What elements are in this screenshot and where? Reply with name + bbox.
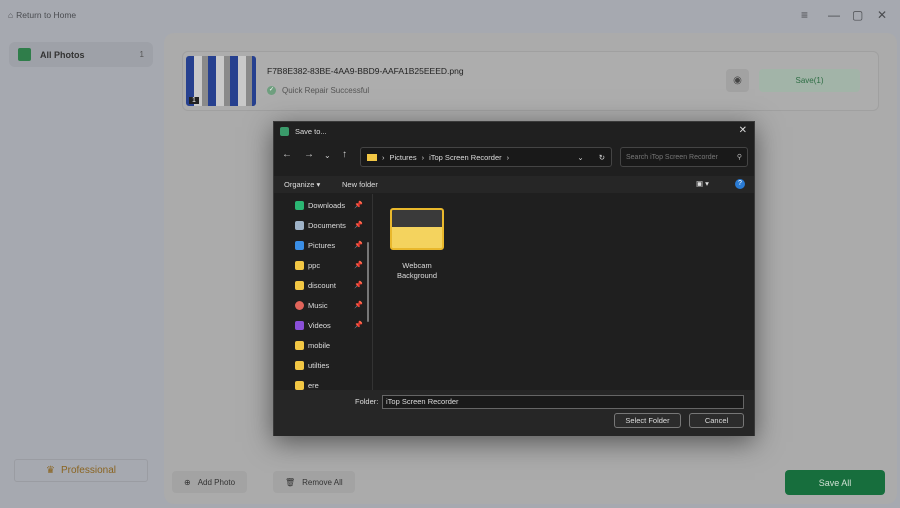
pin-icon: 📌 (354, 322, 363, 329)
nav-item-mobile[interactable]: mobile (295, 338, 363, 352)
check-icon: ✓ (267, 86, 276, 95)
recent-dropdown[interactable]: ⌄ (324, 151, 331, 160)
minimize-button[interactable]: — (828, 8, 840, 22)
dialog-toolbar: Organize ▾ New folder ▣ ▾ ? (274, 176, 754, 193)
save-button[interactable]: Save(1) (759, 69, 860, 92)
downloads-icon (295, 200, 304, 210)
eye-icon: ◉ (733, 75, 742, 86)
large-folder-icon (390, 208, 444, 250)
folder-icon (295, 260, 304, 270)
return-home-link[interactable]: ⌂ Return to Home (8, 10, 76, 20)
up-button[interactable]: ↑ (342, 149, 347, 160)
folder-icon (295, 340, 304, 350)
dialog-close-button[interactable]: ✕ (739, 125, 747, 136)
folder-label: Folder: (355, 397, 379, 406)
home-icon: ⌂ (8, 10, 14, 20)
pin-icon: 📌 (354, 242, 363, 249)
remove-all-button[interactable]: 🗑 Remove All (273, 471, 355, 493)
refresh-icon[interactable]: ↻ (599, 153, 605, 162)
professional-button[interactable]: ♛ Professional (14, 459, 148, 482)
folder-item-label[interactable]: Webcam Background (382, 261, 452, 281)
photos-icon (18, 48, 31, 61)
preview-eye-button[interactable]: ◉ (726, 69, 749, 92)
folder-input[interactable]: iTop Screen Recorder (382, 395, 744, 409)
pin-icon: 📌 (354, 302, 363, 309)
nav-item-ppc[interactable]: ppc 📌 (295, 258, 363, 272)
back-button[interactable]: ← (282, 149, 292, 160)
pin-icon: 📌 (354, 282, 363, 289)
organize-button[interactable]: Organize ▾ (284, 180, 320, 189)
search-input[interactable]: Search iTop Screen Recorder ⚲ (620, 147, 748, 167)
nav-item-discount[interactable]: discount 📌 (295, 278, 363, 292)
forward-button[interactable]: → (304, 149, 314, 160)
crown-icon: ♛ (46, 465, 55, 476)
nav-item-ere[interactable]: ere (295, 378, 363, 390)
navigation-pane: Downloads 📌 Documents 📌 Pictures 📌 ppc 📌 dis… (274, 194, 373, 390)
app-icon (280, 126, 289, 136)
videos-icon (295, 320, 304, 330)
breadcrumb-itop[interactable]: iTop Screen Recorder (429, 153, 502, 162)
search-icon: ⚲ (736, 154, 742, 161)
plus-circle-icon: ⊕ (184, 477, 191, 487)
select-folder-button[interactable]: Select Folder (614, 413, 681, 428)
file-name: F7B8E382-83BE-4AA9-BBD9-AAFA1B25EEED.png (267, 66, 464, 76)
nav-item-pictures[interactable]: Pictures 📌 (295, 238, 363, 252)
address-bar[interactable]: › Pictures › iTop Screen Recorder › ⌄ ↻ (360, 147, 612, 167)
new-folder-button[interactable]: New folder (342, 180, 378, 189)
pin-icon: 📌 (354, 262, 363, 269)
pin-icon: 📌 (354, 222, 363, 229)
folder-icon (295, 380, 304, 390)
nav-item-utilties[interactable]: utilties (295, 358, 363, 372)
folder-icon (367, 153, 377, 161)
nav-item-videos[interactable]: Videos 📌 (295, 318, 363, 332)
save-all-button[interactable]: Save All (785, 470, 885, 495)
view-options-button[interactable]: ▣ ▾ (696, 179, 709, 188)
trash-icon: 🗑 (285, 477, 296, 487)
folder-icon (295, 280, 304, 290)
folder-item-webcam-background[interactable] (390, 208, 444, 250)
dialog-titlebar: Save to... (274, 122, 754, 140)
nav-item-downloads[interactable]: Downloads 📌 (295, 198, 363, 212)
documents-icon (295, 220, 304, 230)
music-icon (295, 300, 304, 310)
menu-icon[interactable]: ≡ (801, 8, 808, 22)
nav-scrollbar[interactable] (367, 242, 369, 322)
nav-item-music[interactable]: Music 📌 (295, 298, 363, 312)
photo-thumbnail[interactable]: 1 (186, 56, 256, 106)
help-icon[interactable]: ? (735, 179, 745, 189)
cancel-button[interactable]: Cancel (689, 413, 744, 428)
folder-icon (295, 360, 304, 370)
pictures-icon (295, 240, 304, 250)
close-button[interactable]: ✕ (877, 8, 887, 22)
save-to-dialog: Save to... ✕ ← → ⌄ ↑ › Pictures › iTop Sc… (273, 121, 755, 436)
chevron-down-icon[interactable]: ⌄ (577, 153, 583, 162)
nav-item-documents[interactable]: Documents 📌 (295, 218, 363, 232)
breadcrumb-pictures[interactable]: Pictures (390, 153, 417, 162)
add-photo-button[interactable]: ⊕ Add Photo (172, 471, 248, 493)
repair-status: ✓ Quick Repair Successful (267, 86, 370, 95)
maximize-button[interactable]: ▢ (852, 8, 863, 22)
sidebar-item-all-photos[interactable]: All Photos 1 (9, 42, 153, 67)
pin-icon: 📌 (354, 202, 363, 209)
